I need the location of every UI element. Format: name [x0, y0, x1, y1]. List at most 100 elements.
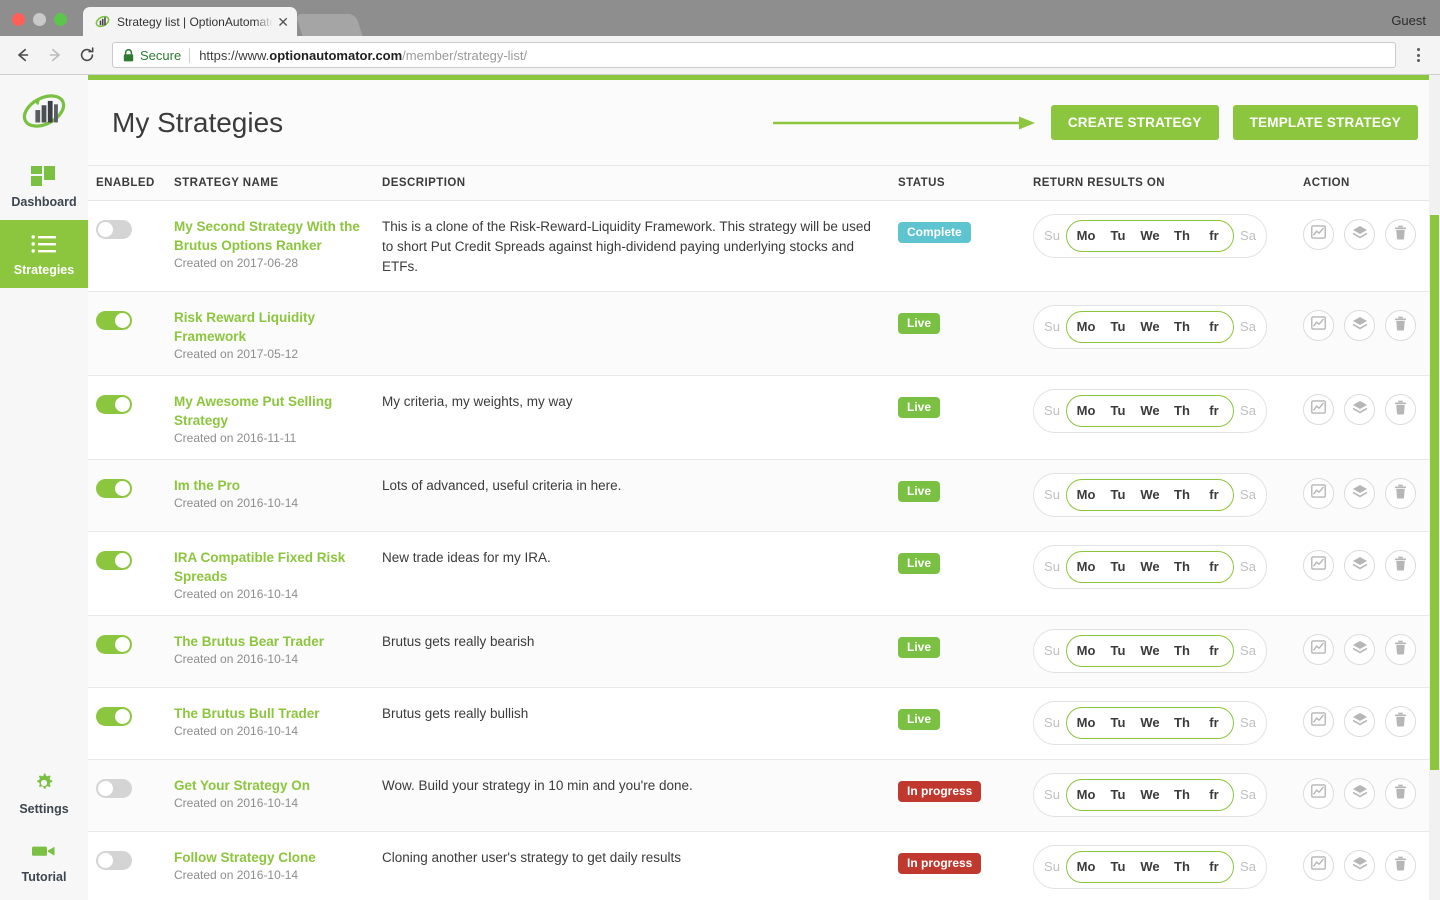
profile-label[interactable]: Guest	[1391, 13, 1426, 28]
day-option-sa[interactable]: Sa	[1236, 708, 1260, 738]
layers-action-button[interactable]	[1344, 634, 1375, 665]
optionautomator-logo[interactable]	[19, 89, 69, 138]
day-option-sa[interactable]: Sa	[1236, 480, 1260, 510]
day-option-fr[interactable]: fr	[1198, 312, 1230, 342]
page-scrollbar-thumb[interactable]	[1430, 215, 1439, 770]
day-option-fr[interactable]: fr	[1198, 221, 1230, 251]
day-option-tu[interactable]: Tu	[1102, 852, 1134, 882]
enabled-toggle[interactable]	[96, 395, 132, 414]
window-controls[interactable]	[0, 13, 77, 36]
browser-tab[interactable]: Strategy list | OptionAutomator ✕	[83, 7, 297, 36]
day-option-su[interactable]: Su	[1040, 636, 1064, 666]
layers-action-button[interactable]	[1344, 550, 1375, 581]
day-option-fr[interactable]: fr	[1198, 552, 1230, 582]
chart-action-button[interactable]	[1303, 706, 1334, 737]
day-option-th[interactable]: Th	[1166, 396, 1198, 426]
day-option-fr[interactable]: fr	[1198, 636, 1230, 666]
layers-action-button[interactable]	[1344, 706, 1375, 737]
day-option-th[interactable]: Th	[1166, 852, 1198, 882]
close-window-button[interactable]	[12, 13, 25, 26]
chart-action-button[interactable]	[1303, 550, 1334, 581]
day-option-mo[interactable]: Mo	[1070, 852, 1102, 882]
day-picker[interactable]: SuMoTuWeThfrSa	[1033, 473, 1267, 517]
day-option-sa[interactable]: Sa	[1236, 552, 1260, 582]
sidebar-item-tutorial[interactable]: Tutorial	[0, 827, 88, 895]
enabled-toggle[interactable]	[96, 551, 132, 570]
chart-action-button[interactable]	[1303, 478, 1334, 509]
day-option-mo[interactable]: Mo	[1070, 708, 1102, 738]
chart-action-button[interactable]	[1303, 394, 1334, 425]
day-option-we[interactable]: We	[1134, 396, 1166, 426]
day-option-we[interactable]: We	[1134, 636, 1166, 666]
address-bar[interactable]: Secure https://www.optionautomator.com/m…	[112, 42, 1396, 68]
day-option-su[interactable]: Su	[1040, 480, 1064, 510]
layers-action-button[interactable]	[1344, 778, 1375, 809]
day-option-tu[interactable]: Tu	[1102, 552, 1134, 582]
trash-action-button[interactable]	[1385, 219, 1416, 250]
layers-action-button[interactable]	[1344, 310, 1375, 341]
layers-action-button[interactable]	[1344, 394, 1375, 425]
trash-action-button[interactable]	[1385, 310, 1416, 341]
strategy-name-link[interactable]: Im the Pro	[174, 476, 364, 495]
day-option-mo[interactable]: Mo	[1070, 221, 1102, 251]
day-option-tu[interactable]: Tu	[1102, 312, 1134, 342]
day-option-su[interactable]: Su	[1040, 708, 1064, 738]
day-option-tu[interactable]: Tu	[1102, 221, 1134, 251]
day-option-mo[interactable]: Mo	[1070, 552, 1102, 582]
day-option-sa[interactable]: Sa	[1236, 852, 1260, 882]
day-picker[interactable]: SuMoTuWeThfrSa	[1033, 305, 1267, 349]
day-picker[interactable]: SuMoTuWeThfrSa	[1033, 629, 1267, 673]
day-option-fr[interactable]: fr	[1198, 480, 1230, 510]
day-option-th[interactable]: Th	[1166, 636, 1198, 666]
sidebar-item-strategies[interactable]: Strategies	[0, 220, 88, 288]
sidebar-item-settings[interactable]: Settings	[0, 759, 88, 827]
day-option-we[interactable]: We	[1134, 852, 1166, 882]
trash-action-button[interactable]	[1385, 394, 1416, 425]
day-option-we[interactable]: We	[1134, 780, 1166, 810]
day-option-th[interactable]: Th	[1166, 780, 1198, 810]
chart-action-button[interactable]	[1303, 634, 1334, 665]
day-option-tu[interactable]: Tu	[1102, 708, 1134, 738]
day-option-fr[interactable]: fr	[1198, 396, 1230, 426]
enabled-toggle[interactable]	[96, 707, 132, 726]
day-option-tu[interactable]: Tu	[1102, 396, 1134, 426]
trash-action-button[interactable]	[1385, 634, 1416, 665]
template-strategy-button[interactable]: TEMPLATE STRATEGY	[1233, 105, 1418, 140]
day-option-su[interactable]: Su	[1040, 552, 1064, 582]
strategy-name-link[interactable]: The Brutus Bear Trader	[174, 632, 364, 651]
reload-icon[interactable]	[74, 42, 100, 68]
day-option-th[interactable]: Th	[1166, 708, 1198, 738]
day-picker[interactable]: SuMoTuWeThfrSa	[1033, 545, 1267, 589]
day-option-mo[interactable]: Mo	[1070, 480, 1102, 510]
day-option-we[interactable]: We	[1134, 708, 1166, 738]
enabled-toggle[interactable]	[96, 635, 132, 654]
day-option-we[interactable]: We	[1134, 480, 1166, 510]
day-picker[interactable]: SuMoTuWeThfrSa	[1033, 773, 1267, 817]
day-option-th[interactable]: Th	[1166, 552, 1198, 582]
chart-action-button[interactable]	[1303, 219, 1334, 250]
sidebar-item-dashboard[interactable]: Dashboard	[0, 152, 88, 220]
day-option-th[interactable]: Th	[1166, 312, 1198, 342]
day-option-mo[interactable]: Mo	[1070, 312, 1102, 342]
day-option-sa[interactable]: Sa	[1236, 780, 1260, 810]
day-option-mo[interactable]: Mo	[1070, 636, 1102, 666]
enabled-toggle[interactable]	[96, 779, 132, 798]
strategy-name-link[interactable]: Risk Reward Liquidity Framework	[174, 308, 364, 346]
day-option-tu[interactable]: Tu	[1102, 636, 1134, 666]
browser-menu-icon[interactable]	[1406, 48, 1430, 62]
strategy-name-link[interactable]: Get Your Strategy On	[174, 776, 364, 795]
day-option-sa[interactable]: Sa	[1236, 636, 1260, 666]
minimize-window-button[interactable]	[33, 13, 46, 26]
day-option-we[interactable]: We	[1134, 552, 1166, 582]
strategy-name-link[interactable]: My Awesome Put Selling Strategy	[174, 392, 364, 430]
day-option-tu[interactable]: Tu	[1102, 480, 1134, 510]
day-option-fr[interactable]: fr	[1198, 780, 1230, 810]
day-option-su[interactable]: Su	[1040, 312, 1064, 342]
day-option-we[interactable]: We	[1134, 221, 1166, 251]
zoom-window-button[interactable]	[54, 13, 67, 26]
day-option-th[interactable]: Th	[1166, 480, 1198, 510]
trash-action-button[interactable]	[1385, 706, 1416, 737]
strategy-name-link[interactable]: IRA Compatible Fixed Risk Spreads	[174, 548, 364, 586]
chart-action-button[interactable]	[1303, 778, 1334, 809]
layers-action-button[interactable]	[1344, 219, 1375, 250]
